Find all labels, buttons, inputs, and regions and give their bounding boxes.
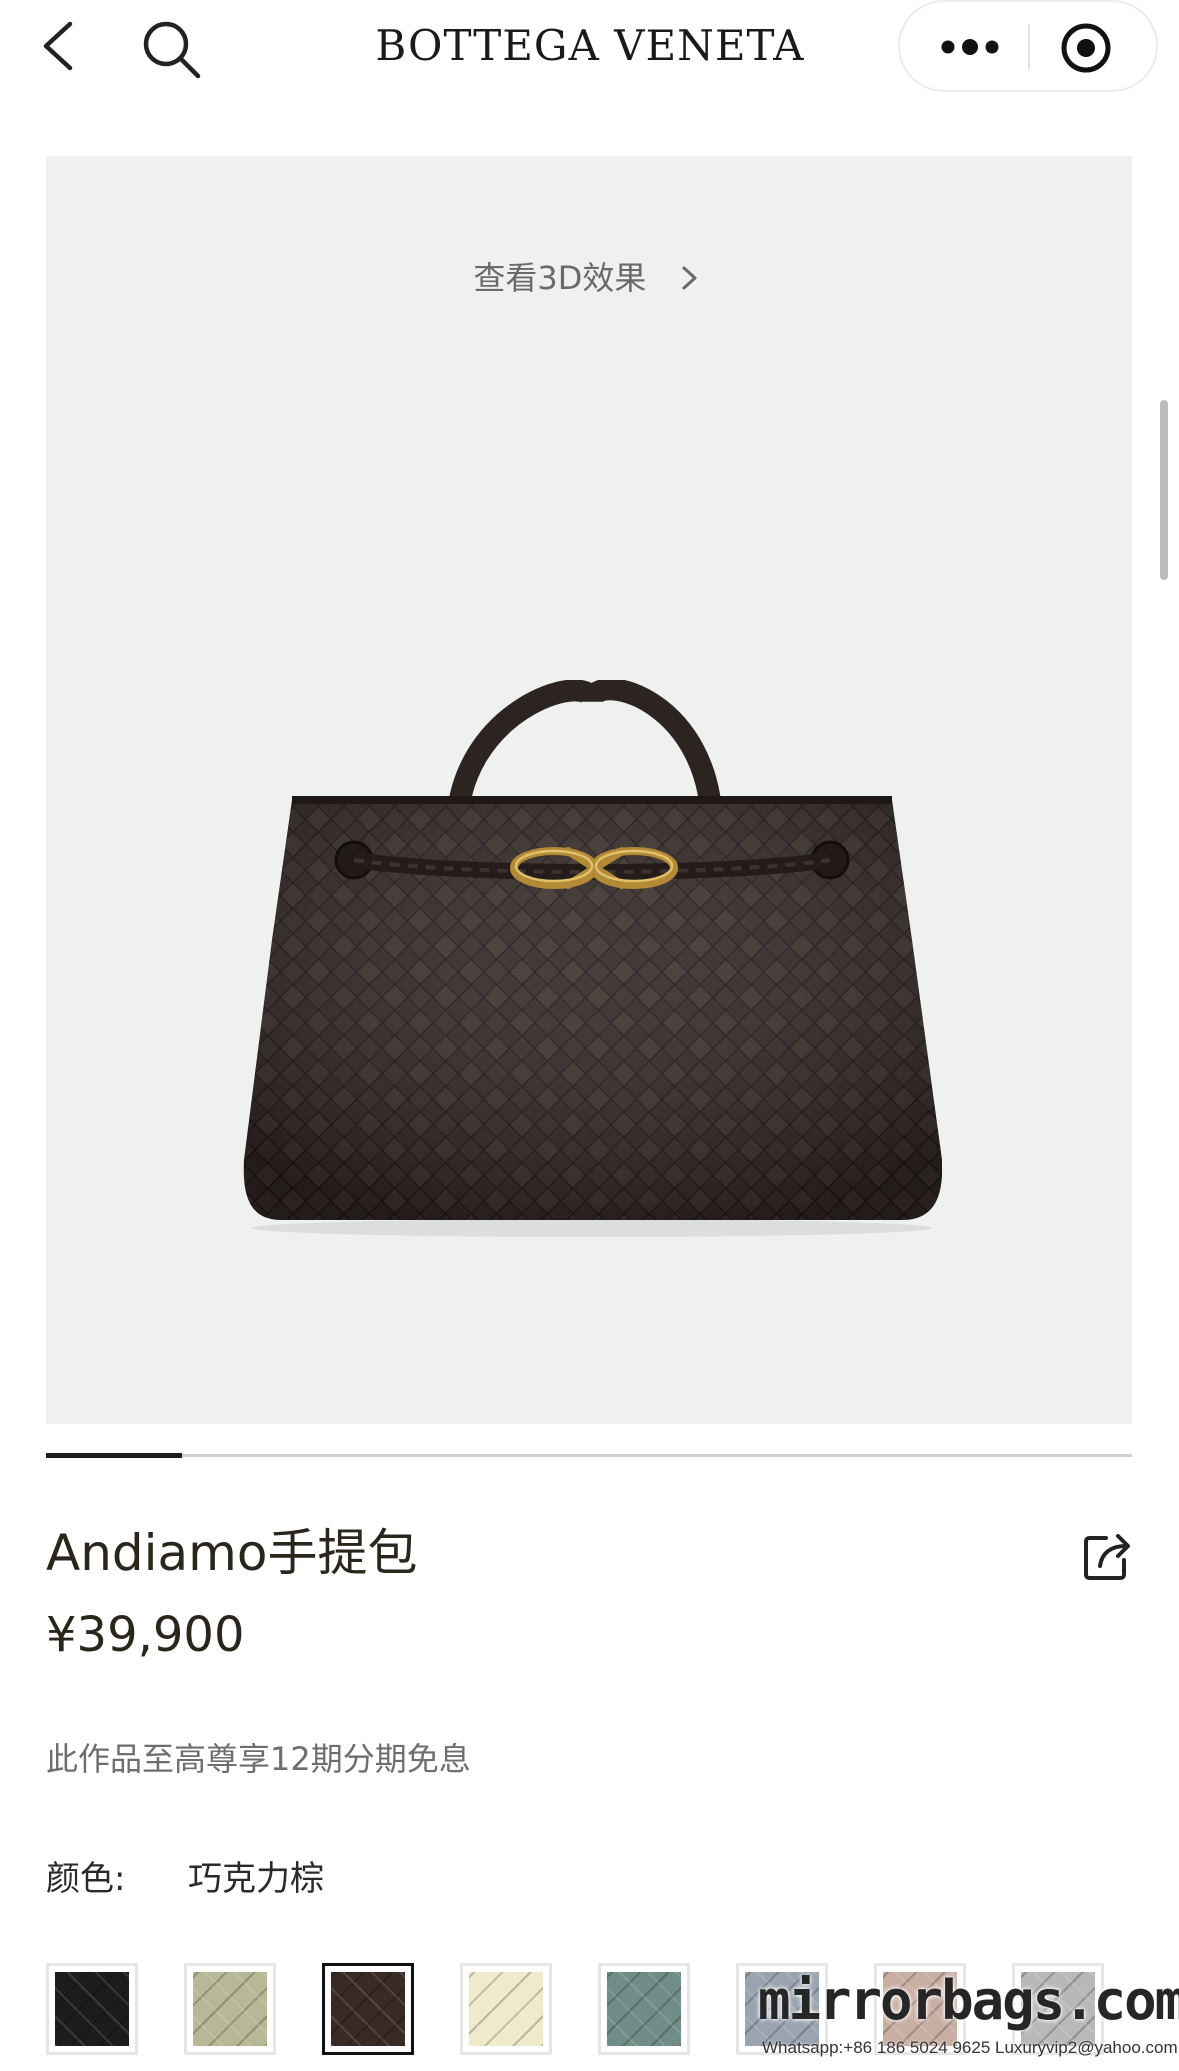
page-scrollbar[interactable] <box>1160 400 1168 580</box>
product-image-gallery[interactable]: 查看3D效果 <box>46 156 1132 1424</box>
top-navigation-bar: BOTTEGA VENETA <box>0 0 1179 100</box>
installment-note: 此作品至高尊享12期分期免息 <box>46 1740 471 1778</box>
gallery-progress-indicator <box>46 1453 182 1458</box>
color-swatch[interactable] <box>46 1963 138 2055</box>
color-swatch-list <box>46 1963 1146 2059</box>
capsule-divider <box>1028 24 1030 70</box>
swatch-leather-texture <box>469 1972 543 2046</box>
color-selector-label-row: 颜色: 巧克力棕 <box>46 1852 946 1906</box>
product-detail-page: BOTTEGA VENETA 查看3D效果 Andiamo手提包 ¥39,900… <box>0 0 1179 2071</box>
view-3d-link[interactable]: 查看3D效果 <box>46 248 1132 304</box>
swatch-leather-texture <box>607 1972 681 2046</box>
view-3d-label: 查看3D效果 <box>473 259 647 297</box>
back-button[interactable] <box>34 18 90 74</box>
color-swatch[interactable] <box>874 1963 966 2055</box>
chevron-right-icon <box>682 266 697 290</box>
color-swatch[interactable] <box>184 1963 276 2055</box>
more-button[interactable] <box>930 22 1010 72</box>
swatch-leather-texture <box>193 1972 267 2046</box>
color-swatch[interactable] <box>460 1963 552 2055</box>
swatch-leather-texture <box>883 1972 957 2046</box>
close-mini-program-button[interactable] <box>1058 20 1114 76</box>
swatch-leather-texture <box>55 1972 129 2046</box>
color-swatch[interactable] <box>598 1963 690 2055</box>
target-close-icon <box>1061 23 1111 73</box>
gallery-progress-track <box>46 1453 1132 1458</box>
brand-logo-text[interactable]: BOTTEGA VENETA <box>360 18 820 74</box>
product-title: Andiamo手提包 <box>46 1524 418 1582</box>
chevron-left-icon <box>43 21 73 71</box>
product-price: ¥39,900 <box>46 1607 245 1663</box>
mini-program-capsule <box>898 0 1158 92</box>
swatch-leather-texture <box>1021 1972 1095 2046</box>
swatch-leather-texture <box>745 1972 819 2046</box>
color-label: 颜色: <box>46 1859 126 1899</box>
color-swatch[interactable] <box>322 1963 414 2055</box>
color-swatch[interactable] <box>736 1963 828 2055</box>
search-button[interactable] <box>138 16 204 82</box>
share-icon <box>1084 1534 1130 1580</box>
product-bag-image <box>243 680 942 1237</box>
swatch-leather-texture <box>331 1972 405 2046</box>
selected-color-name: 巧克力棕 <box>188 1859 324 1899</box>
color-swatch[interactable] <box>1012 1963 1104 2055</box>
search-icon <box>143 21 201 79</box>
more-dots-icon <box>941 39 999 55</box>
share-button[interactable] <box>1078 1528 1134 1584</box>
